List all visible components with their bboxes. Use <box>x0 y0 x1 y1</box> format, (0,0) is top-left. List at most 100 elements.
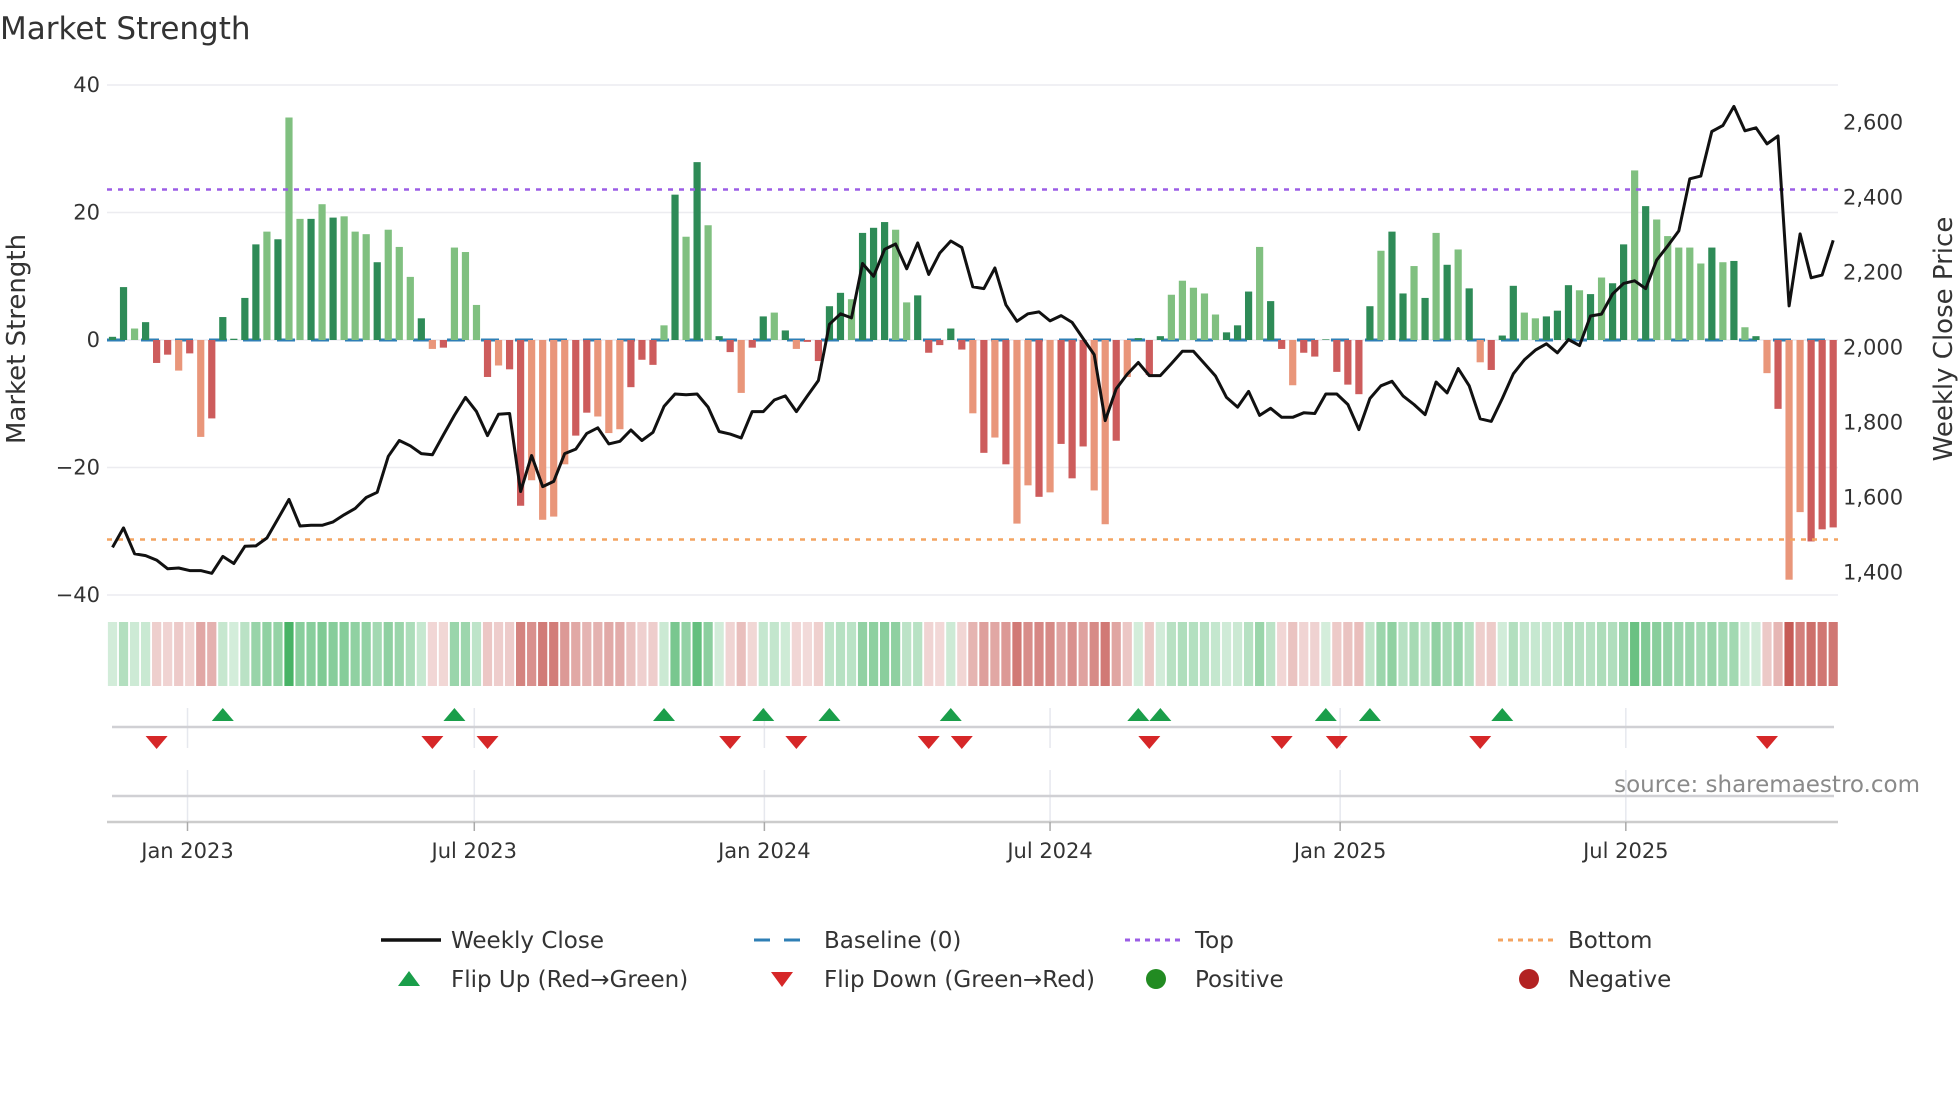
strength-bar <box>936 340 944 346</box>
strip-cell <box>1023 622 1033 686</box>
strip-cell <box>736 622 746 686</box>
strength-bar <box>660 325 668 340</box>
strength-bars <box>108 117 1837 580</box>
strength-bar <box>682 236 690 340</box>
flip-up-marker <box>211 708 234 721</box>
legend: Weekly Close Baseline (0) Top Bottom Flip Up… <box>381 928 1671 993</box>
strip-cell <box>1751 622 1761 686</box>
strength-bar <box>307 218 315 340</box>
strip-cell <box>924 622 934 686</box>
strength-bar <box>748 340 756 348</box>
strength-bar <box>792 340 800 349</box>
strength-bar <box>1697 263 1705 340</box>
x-tick-label: Jul 2023 <box>430 839 517 863</box>
strength-bar <box>616 340 624 430</box>
strip-cell <box>846 622 857 686</box>
strength-bar <box>252 244 260 340</box>
strength-bar <box>1079 340 1087 447</box>
strength-bar <box>351 231 359 340</box>
strip-cell <box>1574 622 1585 686</box>
strength-bar <box>417 318 425 340</box>
strip-cell <box>1045 622 1055 686</box>
strip-cell <box>1707 622 1717 686</box>
strength-bar <box>1156 336 1164 340</box>
strip-cell <box>460 622 471 686</box>
source-label: source: sharemaestro.com <box>1614 772 1920 798</box>
legend-label: Positive <box>1195 967 1284 993</box>
strip-cell <box>1012 622 1022 686</box>
legend-negative-dot-icon <box>1519 969 1539 989</box>
strength-bar <box>1487 340 1495 370</box>
strength-bar <box>241 297 249 340</box>
strip-cell <box>868 622 879 686</box>
strip-cell <box>593 622 603 686</box>
strip-cell <box>361 622 371 686</box>
strip-cell <box>449 622 460 686</box>
strength-bar <box>671 194 679 340</box>
strength-bar <box>1244 291 1253 340</box>
strength-bar <box>947 328 955 340</box>
strip-cell <box>1497 622 1507 686</box>
strength-bar <box>1322 339 1330 340</box>
strip-cell <box>769 622 779 686</box>
strength-bar <box>340 216 348 340</box>
strength-bar <box>814 340 823 362</box>
strip-cell <box>471 622 482 686</box>
strip-cell <box>1806 622 1816 686</box>
strip-cell <box>1166 622 1176 686</box>
strip-cell <box>935 622 945 686</box>
strip-cell <box>880 622 890 686</box>
strip-cell <box>1387 622 1397 686</box>
strength-bar <box>296 218 304 340</box>
strength-bar <box>594 340 602 417</box>
strength-bar <box>230 338 238 340</box>
strip-cell <box>1354 622 1364 686</box>
flip-down-marker <box>476 736 499 749</box>
strip-cell <box>1056 622 1066 686</box>
y2-tick-label: 1,400 <box>1843 561 1903 585</box>
strip-cell <box>725 622 735 686</box>
strength-bar <box>903 302 911 340</box>
strength-bar <box>1498 335 1506 340</box>
strip-cell <box>328 622 338 686</box>
strip-cell <box>504 622 515 686</box>
y-tick-label: 40 <box>73 73 100 97</box>
chart-title: Market Strength <box>0 11 251 47</box>
flip-up-marker <box>1491 708 1514 721</box>
legend-label: Flip Up (Red→Green) <box>451 967 688 993</box>
flip-down-marker <box>719 736 742 749</box>
strength-bar <box>1013 340 1021 524</box>
legend-label: Weekly Close <box>451 928 604 954</box>
strip-cell <box>1067 622 1077 686</box>
strip-cell <box>482 622 493 686</box>
strip-cell <box>1232 622 1243 686</box>
flip-down-marker <box>1756 736 1778 749</box>
strength-bar <box>1631 170 1639 340</box>
strip-cell <box>527 622 537 686</box>
strip-cell <box>637 622 647 686</box>
strip-cell <box>604 622 614 686</box>
strip-cell <box>1398 622 1408 686</box>
legend-label: Baseline (0) <box>824 928 961 954</box>
strip-cell <box>1652 622 1662 686</box>
strength-bar <box>803 340 811 342</box>
y-tick-label: −20 <box>56 456 100 480</box>
strength-bar <box>980 340 988 453</box>
strip-cell <box>1155 622 1165 686</box>
strip-cell <box>1177 622 1188 686</box>
strip-cell <box>780 622 790 686</box>
strip-cell <box>174 622 184 686</box>
strength-bar <box>1719 262 1727 340</box>
strength-bar <box>1311 340 1319 357</box>
strip-cell <box>1442 622 1452 686</box>
strength-bar <box>881 222 889 340</box>
strip-cell <box>1641 622 1651 686</box>
strength-bar <box>1222 332 1231 340</box>
strength-bar <box>428 340 436 349</box>
strip-cell <box>118 622 129 686</box>
strength-bar <box>1476 340 1484 363</box>
strip-cell <box>1078 622 1088 686</box>
strength-bar <box>483 340 492 377</box>
strength-bar <box>208 340 216 419</box>
strength-bar <box>858 232 867 340</box>
